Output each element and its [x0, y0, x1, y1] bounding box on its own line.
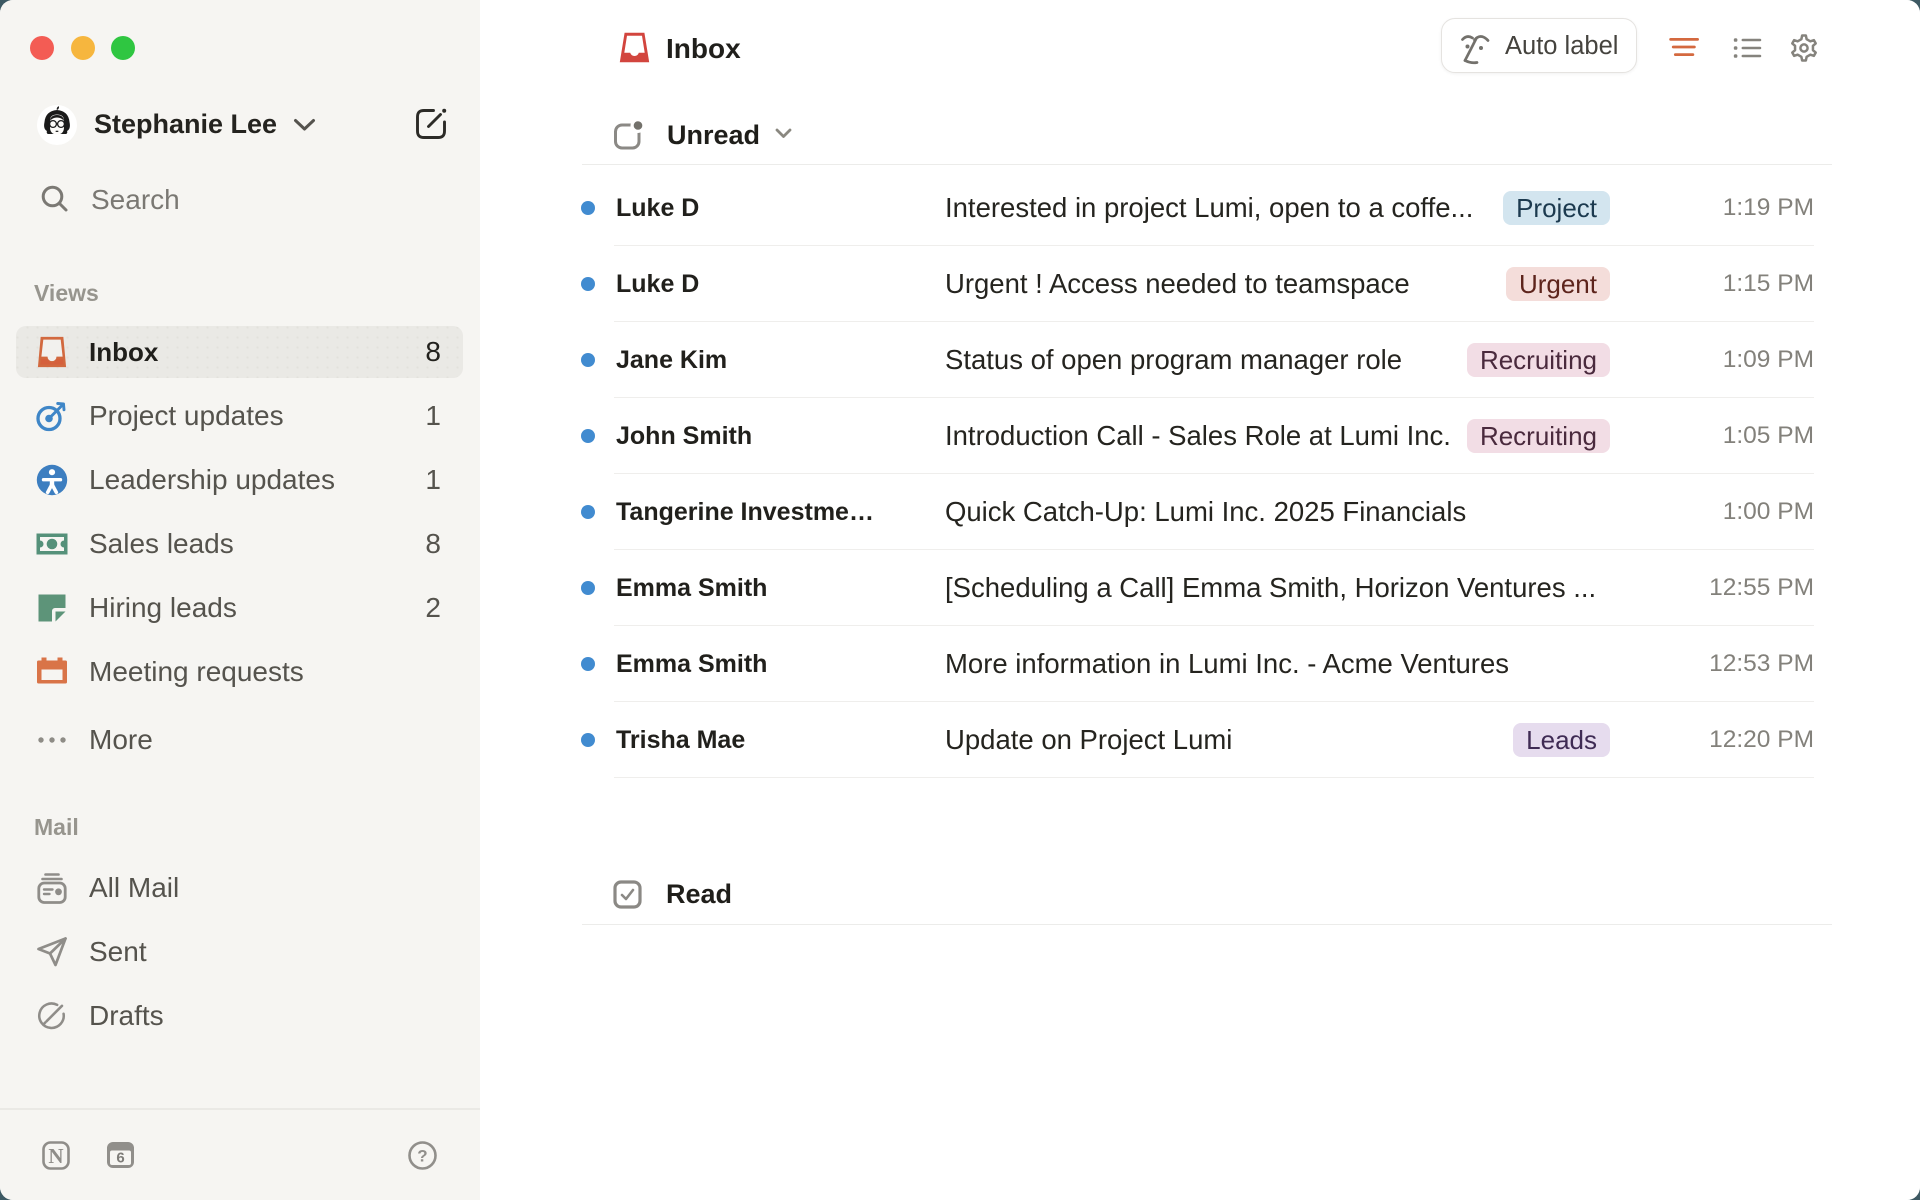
svg-text:6: 6 — [116, 1150, 124, 1167]
svg-text:N: N — [48, 1144, 63, 1168]
svg-text:?: ? — [417, 1147, 427, 1166]
